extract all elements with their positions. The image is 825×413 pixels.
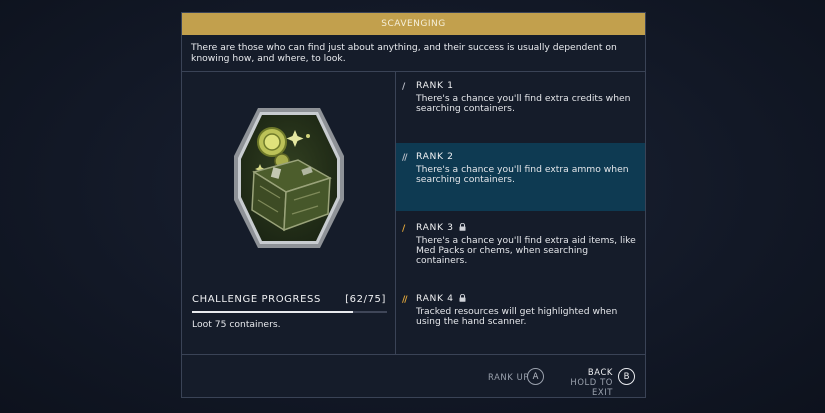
skill-screen: SCAVENGING There are those who can find … [0,0,825,413]
rank-3-description: There's a chance you'll find extra aid i… [416,235,636,266]
skill-description: There are those who can find just about … [191,42,617,64]
rank-2-description: There's a chance you'll find extra ammo … [416,164,629,185]
rank-3-pip-icon: / [402,224,405,234]
back-label[interactable]: BACK [579,367,613,377]
rank-1-description: There's a chance you'll find extra credi… [416,93,631,114]
a-button-glyph: A [532,371,539,382]
rank-2-pip-icon: // [402,153,407,163]
challenge-progress-count: [62/75] [345,294,386,305]
lock-icon [459,222,466,234]
divider-bottom [182,354,645,355]
rank-up-button-a[interactable]: A [527,368,544,385]
challenge-progress-fill [192,311,354,313]
rank-4-label: RANK 4 [416,293,454,304]
skill-title-bar: SCAVENGING [182,13,645,35]
b-button-glyph: B [623,371,630,382]
rank-1-label: RANK 1 [416,80,454,91]
challenge-progress-bar [192,311,387,313]
rank-3-row[interactable]: / RANK 3 There's a chance you'll find ex… [396,214,645,284]
rank-4-description: Tracked resources will get highlighted w… [416,306,618,327]
skill-panel: SCAVENGING There are those who can find … [181,12,646,398]
challenge-description: Loot 75 containers. [192,319,281,330]
rank-2-label: RANK 2 [416,151,454,162]
lock-icon [459,293,466,305]
rank-up-label[interactable]: RANK UP [488,372,529,382]
challenge-progress-title: CHALLENGE PROGRESS [192,294,321,305]
back-button-b[interactable]: B [618,368,635,385]
skill-title: SCAVENGING [381,19,446,29]
hold-to-exit-label: HOLD TO EXIT [570,377,613,397]
rank-4-row[interactable]: // RANK 4 Tracked resources will get hig… [396,285,645,353]
rank-3-label: RANK 3 [416,222,454,233]
rank-2-row[interactable]: // RANK 2 There's a chance you'll find e… [396,143,645,211]
rank-1-row[interactable]: / RANK 1 There's a chance you'll find ex… [396,72,645,142]
rank-1-pip-icon: / [402,82,405,92]
rank-4-pip-icon: // [402,295,407,305]
scavenging-chest-badge-icon [232,106,346,250]
